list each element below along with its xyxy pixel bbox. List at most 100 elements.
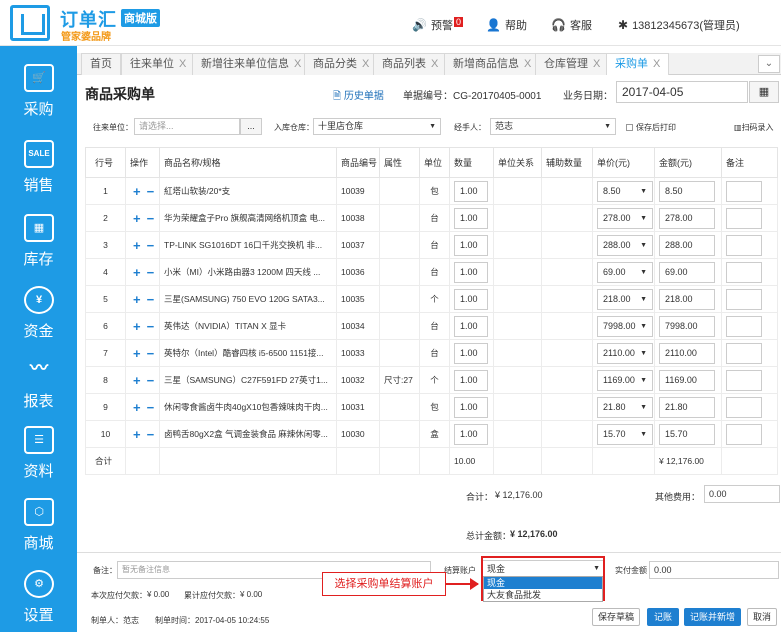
paid-amount-input[interactable]: 0.00 xyxy=(649,561,779,579)
sidebar-item-settings[interactable]: ⚙ 设置 xyxy=(0,562,77,632)
sidebar-item-funds[interactable]: ¥ 资金 xyxy=(0,278,77,348)
add-row-icon[interactable]: + xyxy=(133,238,141,253)
tab-new-partner[interactable]: 新增往来单位信息 X xyxy=(192,53,311,75)
add-row-icon[interactable]: + xyxy=(133,373,141,388)
row-remark-input[interactable] xyxy=(726,180,762,202)
remove-row-icon[interactable]: − xyxy=(147,238,155,253)
close-icon[interactable]: X xyxy=(362,58,369,70)
amount-input[interactable]: 1169.00 xyxy=(659,369,715,391)
remove-row-icon[interactable]: − xyxy=(147,427,155,442)
supplier-input[interactable]: 请选择... xyxy=(134,118,240,135)
supplier-browse-button[interactable]: ... xyxy=(240,118,262,135)
add-row-icon[interactable]: + xyxy=(133,211,141,226)
option-cash[interactable]: 现金 xyxy=(484,577,602,589)
row-remark-input[interactable] xyxy=(726,396,762,418)
row-remark-input[interactable] xyxy=(726,207,762,229)
service-button[interactable]: 🎧 客服 xyxy=(551,17,592,33)
qty-input[interactable]: 1.00 xyxy=(454,423,488,445)
qty-input[interactable]: 1.00 xyxy=(454,342,488,364)
price-select[interactable]: 7998.00 ▼ xyxy=(597,315,653,337)
business-date-input[interactable]: 2017-04-05 xyxy=(616,81,748,103)
remove-row-icon[interactable]: − xyxy=(147,265,155,280)
sidebar-item-mall[interactable]: ⬡ 商城 xyxy=(0,490,77,560)
row-remark-input[interactable] xyxy=(726,342,762,364)
calendar-icon[interactable]: ▦ xyxy=(749,81,779,103)
tab-partners[interactable]: 往来单位 X xyxy=(121,53,196,75)
print-after-save-option[interactable]: 保存后打印 xyxy=(626,122,676,133)
sidebar-item-profiles[interactable]: ☰ 资料 xyxy=(0,418,77,488)
close-icon[interactable]: X xyxy=(524,58,531,70)
qty-input[interactable]: 1.00 xyxy=(454,180,488,202)
qty-input[interactable]: 1.00 xyxy=(454,315,488,337)
amount-input[interactable]: 69.00 xyxy=(659,261,715,283)
amount-input[interactable]: 2110.00 xyxy=(659,342,715,364)
tab-warehouses[interactable]: 仓库管理 X xyxy=(535,53,610,75)
other-fee-input[interactable]: 0.00 xyxy=(704,485,780,503)
close-icon[interactable]: X xyxy=(179,58,186,70)
row-remark-input[interactable] xyxy=(726,261,762,283)
price-select[interactable]: 1169.00 ▼ xyxy=(597,369,653,391)
warehouse-select[interactable]: 十里店仓库 ▼ xyxy=(313,118,441,135)
row-remark-input[interactable] xyxy=(726,315,762,337)
price-select[interactable]: 278.00 ▼ xyxy=(597,207,653,229)
qty-input[interactable]: 1.00 xyxy=(454,234,488,256)
option-supplier-account[interactable]: 大友食品批发 xyxy=(484,589,602,601)
remove-row-icon[interactable]: − xyxy=(147,346,155,361)
post-button[interactable]: 记账 xyxy=(647,608,679,626)
row-remark-input[interactable] xyxy=(726,288,762,310)
tab-products[interactable]: 商品列表 X xyxy=(373,53,448,75)
sidebar-item-reports[interactable]: 〰 报表 xyxy=(0,348,77,418)
close-icon[interactable]: X xyxy=(653,58,660,70)
close-icon[interactable]: X xyxy=(431,58,438,70)
amount-input[interactable]: 8.50 xyxy=(659,180,715,202)
price-select[interactable]: 218.00 ▼ xyxy=(597,288,653,310)
qty-input[interactable]: 1.00 xyxy=(454,207,488,229)
sidebar-item-sales[interactable]: SALE 销售 xyxy=(0,132,77,202)
tab-categories[interactable]: 商品分类 X xyxy=(304,53,379,75)
remove-row-icon[interactable]: − xyxy=(147,211,155,226)
close-icon[interactable]: X xyxy=(593,58,600,70)
post-and-new-button[interactable]: 记账并新增 xyxy=(684,608,741,626)
add-row-icon[interactable]: + xyxy=(133,292,141,307)
remove-row-icon[interactable]: − xyxy=(147,400,155,415)
price-select[interactable]: 15.70 ▼ xyxy=(597,423,653,445)
add-row-icon[interactable]: + xyxy=(133,427,141,442)
price-select[interactable]: 8.50 ▼ xyxy=(597,180,653,202)
tab-overflow-button[interactable]: ⌄ xyxy=(758,55,780,73)
qty-input[interactable]: 1.00 xyxy=(454,261,488,283)
amount-input[interactable]: 288.00 xyxy=(659,234,715,256)
save-draft-button[interactable]: 保存草稿 xyxy=(592,608,640,626)
price-select[interactable]: 21.80 ▼ xyxy=(597,396,653,418)
price-select[interactable]: 2110.00 ▼ xyxy=(597,342,653,364)
add-row-icon[interactable]: + xyxy=(133,346,141,361)
scan-entry-button[interactable]: ▥扫码录入 xyxy=(734,122,774,133)
qty-input[interactable]: 1.00 xyxy=(454,396,488,418)
alarm-button[interactable]: 🔊 预警 0 xyxy=(412,17,463,33)
close-icon[interactable]: X xyxy=(294,58,301,70)
qty-input[interactable]: 1.00 xyxy=(454,288,488,310)
amount-input[interactable]: 7998.00 xyxy=(659,315,715,337)
row-remark-input[interactable] xyxy=(726,234,762,256)
qty-input[interactable]: 1.00 xyxy=(454,369,488,391)
tab-home[interactable]: 首页 xyxy=(81,53,121,75)
price-select[interactable]: 288.00 ▼ xyxy=(597,234,653,256)
row-remark-input[interactable] xyxy=(726,369,762,391)
add-row-icon[interactable]: + xyxy=(133,319,141,334)
tab-purchase-order[interactable]: 采购单 X xyxy=(606,53,670,75)
checkbox[interactable] xyxy=(626,124,633,131)
price-select[interactable]: 69.00 ▼ xyxy=(597,261,653,283)
sidebar-item-purchase[interactable]: 🛒 采购 xyxy=(0,56,77,126)
remove-row-icon[interactable]: − xyxy=(147,292,155,307)
remove-row-icon[interactable]: − xyxy=(147,319,155,334)
user-menu[interactable]: ✱ 13812345673(管理员) xyxy=(618,17,740,33)
remove-row-icon[interactable]: − xyxy=(147,184,155,199)
sidebar-item-inventory[interactable]: ▦ 库存 xyxy=(0,206,77,276)
cancel-button[interactable]: 取消 xyxy=(747,608,777,626)
handler-select[interactable]: 范志 ▼ xyxy=(490,118,616,135)
amount-input[interactable]: 278.00 xyxy=(659,207,715,229)
amount-input[interactable]: 218.00 xyxy=(659,288,715,310)
row-remark-input[interactable] xyxy=(726,423,762,445)
add-row-icon[interactable]: + xyxy=(133,265,141,280)
add-row-icon[interactable]: + xyxy=(133,184,141,199)
amount-input[interactable]: 21.80 xyxy=(659,396,715,418)
